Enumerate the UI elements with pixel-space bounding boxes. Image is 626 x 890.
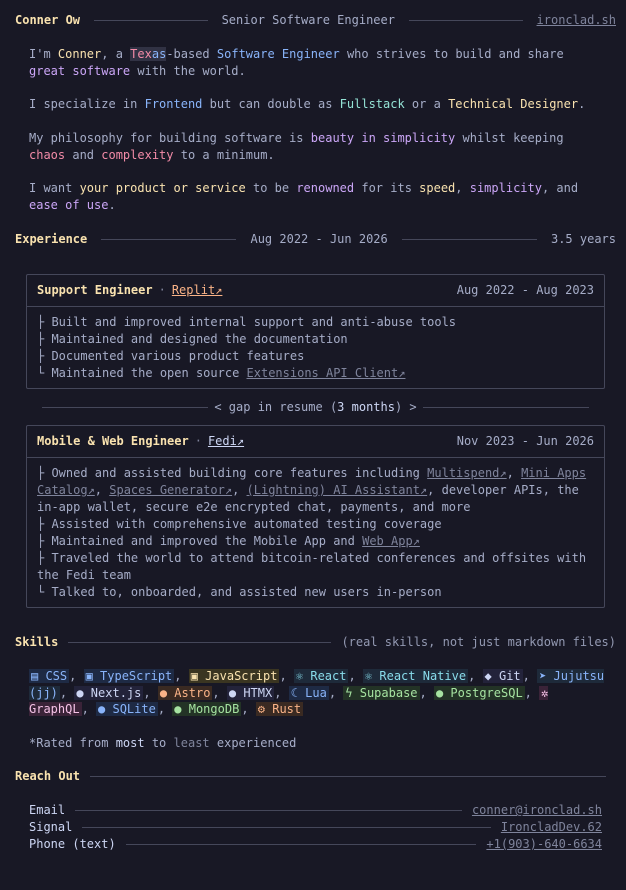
gap-label: < gap in resume (3 months) >: [214, 400, 417, 414]
skills-note: (real skills, not just markdown files): [341, 635, 616, 649]
job-card: Mobile & Web Engineer · Fedi↗ Nov 2023 -…: [26, 425, 605, 608]
separator-dot: ·: [158, 283, 166, 297]
contact-label: Email: [29, 803, 66, 817]
list-item: ├ Assisted with comprehensive automated …: [37, 517, 442, 531]
header: Conner Ow Senior Software Engineer ironc…: [15, 12, 616, 29]
skill-chip: ▤ CSS: [29, 669, 70, 683]
skill-chip: ● SQLite: [96, 702, 158, 716]
intro: I'm Conner, a Texas-based Software Engin…: [29, 46, 604, 214]
skill-chip: ● HTMX: [226, 685, 275, 700]
divider: [125, 844, 477, 845]
signal-link[interactable]: IroncladDev.62: [501, 819, 602, 836]
skill-chip: ◆ Git: [482, 669, 523, 683]
job-dates: Nov 2023 - Jun 2026: [456, 434, 594, 448]
divider: [101, 239, 237, 240]
contact-row: Signal IroncladDev.62: [29, 819, 602, 836]
ai-assistant-link[interactable]: (Lightning) AI Assistant↗: [247, 483, 428, 497]
skill-chip: ⚛ React Native: [362, 669, 469, 683]
divider: [422, 407, 589, 408]
skills-footnote: *Rated from most to least experienced: [29, 736, 297, 750]
experience-header: Experience Aug 2022 - Jun 2026 3.5 years: [15, 231, 616, 248]
company-link[interactable]: Fedi↗: [208, 433, 244, 450]
job-details: ├ Built and improved internal support an…: [27, 307, 604, 388]
divider: [401, 239, 537, 240]
divider: [75, 810, 462, 811]
divider: [94, 20, 208, 21]
contact-row: Email conner@ironclad.sh: [29, 802, 602, 819]
company-link[interactable]: Replit↗: [172, 282, 223, 299]
experience-total: 3.5 years: [550, 232, 616, 246]
list-item: ├ Maintained and designed the documentat…: [37, 332, 348, 346]
skill-chip: ☾ Lua: [288, 685, 329, 700]
contact-row: Phone (text) +1(903)-640-6634: [29, 836, 602, 853]
skill-chip: ● Astro: [157, 685, 213, 700]
intro-paragraph-2: I specialize in Frontend but can double …: [29, 97, 586, 111]
job-card: Support Engineer · Replit↗ Aug 2022 - Au…: [26, 274, 605, 389]
skill-chip: ⚛ React: [293, 669, 349, 683]
email-link[interactable]: conner@ironclad.sh: [472, 802, 602, 819]
experience-heading: Experience: [15, 232, 88, 246]
extensions-link[interactable]: Extensions API Client↗: [247, 366, 406, 380]
list-item: ├ Documented various product features: [37, 349, 305, 363]
skill-chip: ⚙ Rust: [255, 702, 304, 716]
job-card-header: Mobile & Web Engineer · Fedi↗ Nov 2023 -…: [27, 426, 604, 458]
job-card-header: Support Engineer · Replit↗ Aug 2022 - Au…: [27, 275, 604, 307]
job-details: ├ Owned and assisted building core featu…: [27, 458, 604, 607]
skill-chip: ▣ JavaScript: [188, 669, 280, 683]
contact-header: Reach Out: [15, 768, 616, 785]
skill-chip: ϟ Supabase: [343, 685, 420, 700]
intro-paragraph-1: I'm Conner, a Texas-based Software Engin…: [29, 47, 564, 78]
divider: [408, 20, 523, 21]
divider: [82, 827, 491, 828]
list-item: └ Maintained the open source Extensions …: [37, 366, 406, 380]
contact-heading: Reach Out: [15, 769, 81, 783]
site-link[interactable]: ironclad.sh: [537, 12, 616, 29]
list-item: ├ Traveled the world to attend bitcoin-r…: [37, 551, 587, 582]
contact-label: Phone (text): [29, 837, 116, 851]
list-item: ├ Maintained and improved the Mobile App…: [37, 534, 420, 548]
skill-chip: ▣ TypeScript: [83, 669, 175, 683]
separator-dot: ·: [194, 434, 202, 448]
job-dates: Aug 2022 - Aug 2023: [456, 283, 594, 297]
list-item: ├ Owned and assisted building core featu…: [37, 466, 587, 514]
skills-list: ▤ CSS, ▣ TypeScript, ▣ JavaScript, ⚛ Rea…: [29, 669, 605, 716]
contact-label: Signal: [29, 820, 73, 834]
divider: [68, 642, 332, 643]
job-title: Senior Software Engineer: [221, 13, 395, 27]
web-app-link[interactable]: Web App↗: [362, 534, 420, 548]
list-item: ├ Built and improved internal support an…: [37, 315, 457, 329]
skill-chip: ● PostgreSQL: [433, 685, 525, 700]
intro-paragraph-3: My philosophy for building software is b…: [29, 131, 564, 162]
job-role: Support Engineer: [37, 283, 153, 297]
skills-header: Skills (real skills, not just markdown f…: [15, 634, 616, 651]
phone-link[interactable]: +1(903)-640-6634: [486, 836, 602, 853]
job-role: Mobile & Web Engineer: [37, 434, 189, 448]
author-name: Conner Ow: [15, 13, 81, 27]
spaces-link[interactable]: Spaces Generator↗: [109, 483, 232, 497]
skill-chip: ● Next.js: [74, 685, 144, 700]
divider: [42, 407, 209, 408]
experience-range: Aug 2022 - Jun 2026: [250, 232, 388, 246]
skills-heading: Skills: [15, 635, 59, 649]
list-item: └ Talked to, onboarded, and assisted new…: [37, 585, 442, 599]
resume-gap: < gap in resume (3 months) >: [36, 399, 595, 416]
skill-chip: ● MongoDB: [172, 702, 242, 716]
intro-paragraph-4: I want your product or service to be ren…: [29, 181, 579, 212]
divider: [90, 776, 606, 777]
multispend-link[interactable]: Multispend↗: [427, 466, 506, 480]
